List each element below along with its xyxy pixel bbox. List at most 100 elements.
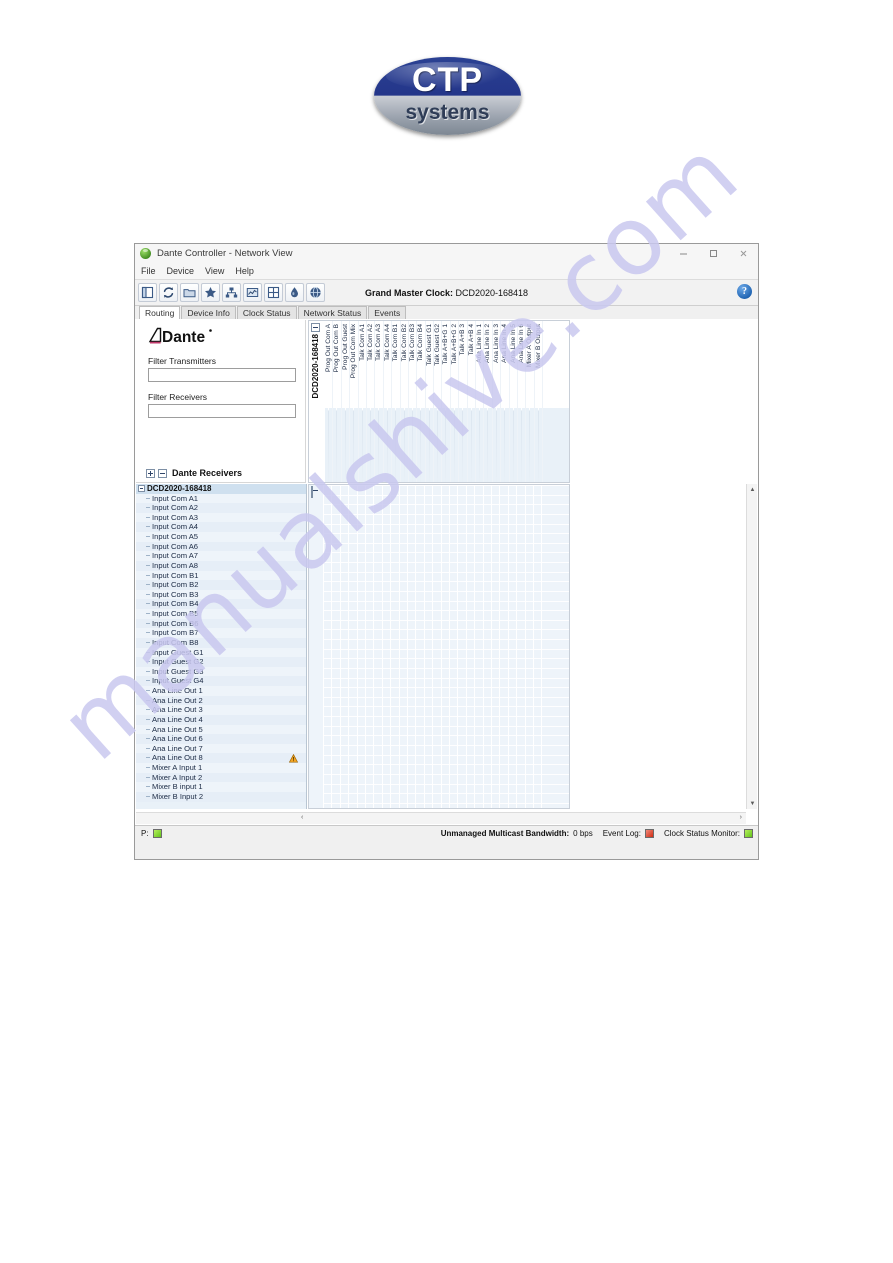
tab-device-info[interactable]: Device Info [181,306,236,320]
routing-matrix[interactable] [308,484,570,809]
receiver-row[interactable]: Ana Line Out 5 [136,724,306,735]
transmitter-column-header[interactable]: Prog Out Guest [342,321,351,482]
maximize-icon[interactable] [698,244,728,263]
transmitter-column-header[interactable]: Mixer B Output [535,321,544,482]
matrix-grid [323,485,569,808]
receiver-row[interactable]: Input Com A5 [136,532,306,542]
receiver-row[interactable]: Ana Line Out 6 [136,734,306,744]
scroll-up-icon[interactable]: ▲ [747,484,758,495]
horizontal-scrollbar[interactable]: ‹ › [136,812,746,824]
transmitter-device-header[interactable]: DCD2020-168418 [311,323,323,482]
transmitter-column-header[interactable]: Talk A+B 4 [468,321,477,482]
scroll-down-icon[interactable]: ▼ [747,798,758,809]
receiver-device-row[interactable]: DCD2020-168418 [136,484,306,494]
receiver-row[interactable]: Input Com B4 [136,599,306,610]
folder-icon[interactable] [180,283,199,302]
transmitter-column-header[interactable]: Talk Com A1 [359,321,367,482]
receiver-row[interactable]: Input Com A6 [136,541,306,552]
tab-events[interactable]: Events [368,306,407,320]
receiver-row[interactable]: Input Com B2 [136,580,306,590]
device-tree-icon[interactable] [222,283,241,302]
receiver-row[interactable]: Mixer A Input 1 [136,763,306,773]
matrix-gridline-horizontal [323,667,569,669]
receiver-row[interactable]: Input Com B8 [136,637,306,648]
transmitter-column-header[interactable]: Talk Com A3 [375,321,384,482]
receiver-row[interactable]: Input Com B7 [136,628,306,638]
receiver-row[interactable]: Input Com A8 [136,560,306,571]
scroll-left-icon[interactable]: ‹ [301,814,303,821]
clock-monitor-led[interactable] [744,829,753,838]
receiver-row[interactable]: Input Com B5 [136,609,306,619]
receiver-row[interactable]: Input Com A7 [136,551,306,561]
event-log-led[interactable] [644,829,654,838]
menu-item-file[interactable]: File [140,266,157,276]
dante-controller-window: Dante Controller - Network View File Dev… [134,243,759,860]
refresh-icon[interactable] [159,283,178,302]
receiver-row[interactable]: Input Com A4 [136,522,306,533]
receiver-row[interactable]: Input Com B1 [136,570,306,581]
tab-network-status[interactable]: Network Status [297,306,368,320]
menu-item-view[interactable]: View [204,266,225,276]
matrix-collapse-icon[interactable] [311,486,316,498]
filter-transmitters-input[interactable] [148,368,296,382]
scroll-right-icon[interactable]: › [740,814,742,821]
transmitter-column-header[interactable]: Prog Out Com Mix [350,321,359,482]
receiver-row[interactable]: Input Com A2 [136,503,306,513]
receiver-row[interactable]: Input Guest G4 [136,676,306,687]
receiver-row[interactable]: Ana Line Out 3 [136,705,306,715]
receiver-row[interactable]: Input Guest G2 [136,657,306,667]
transmitter-column-header[interactable]: Talk A+B+G 1 [442,321,451,482]
receiver-row[interactable]: Mixer B Input 2 [136,791,306,802]
receiver-row[interactable]: Ana Line Out 1 [136,686,306,696]
transmitter-column-header[interactable]: Talk A+B 3 [459,321,468,482]
transmitter-column-header[interactable]: Talk Com B2 [401,321,409,482]
receiver-row[interactable]: Ana Line Out 2 [136,695,306,706]
collapse-all-icon[interactable] [158,468,167,478]
receiver-row[interactable]: Ana Line Out 4 [136,714,306,725]
receiver-row[interactable]: Ana Line Out 7 [136,743,306,754]
expand-all-icon[interactable] [146,468,155,478]
close-icon[interactable] [728,244,758,263]
receiver-row[interactable]: Ana Line Out 8 [136,753,306,764]
receiver-row[interactable]: Input Com B6 [136,618,306,629]
tx-device-collapse-icon[interactable] [311,323,320,332]
transmitter-column-header[interactable]: Talk A+B+G 2 [451,321,460,482]
receiver-row[interactable]: Mixer A Input 2 [136,772,306,783]
rx-device-collapse-icon[interactable] [138,485,145,493]
grid-icon[interactable] [264,283,283,302]
receiver-row[interactable]: Input Com A3 [136,512,306,523]
receiver-row[interactable]: Mixer B input 1 [136,782,306,792]
receiver-row[interactable]: Input Com B3 [136,589,306,600]
filter-receivers-input[interactable] [148,404,296,418]
transmitter-column-header[interactable]: Talk Guest G1 [426,321,435,482]
transmitter-column-header[interactable]: Talk Com A4 [384,321,393,482]
matrix-collapse-box[interactable] [311,486,313,498]
transmitter-column-header[interactable]: Talk Com B1 [392,321,401,482]
tab-clock-status[interactable]: Clock Status [236,306,297,320]
transmitter-column-header[interactable]: Ana Line In 2 [484,321,493,482]
menu-item-device[interactable]: Device [166,266,196,276]
receiver-channel-label: Input Com A1 [152,493,199,503]
transmitter-column-header[interactable]: Ana Line In 5 [510,321,518,482]
globe-icon[interactable] [306,283,325,302]
transmitter-column-header[interactable]: Ana Line In 4 [501,321,510,482]
minimize-icon[interactable] [668,244,698,263]
clock-drop-icon[interactable] [285,283,304,302]
help-icon[interactable]: ? [737,284,752,299]
vertical-scrollbar[interactable]: ▲ ▼ [746,484,757,809]
receiver-row[interactable]: Input Guest G3 [136,666,306,677]
transmitter-column-header[interactable]: Talk Com B4 [417,321,426,482]
chart-icon[interactable] [243,283,262,302]
matrix-gridline-horizontal [323,571,569,573]
menu-item-help[interactable]: Help [234,266,255,276]
receiver-row[interactable]: Input Guest G1 [136,647,306,658]
receiver-channel-label: Input Com B3 [152,589,199,599]
transmitter-channel-label: Talk Com B2 [400,324,408,362]
transmitter-column-header[interactable]: Prog Out Com B [333,321,342,482]
transmitter-column-header[interactable]: Ana Line In 3 [493,321,502,482]
transmitter-column-header[interactable]: Mixer A Output [526,321,535,482]
network-view-icon[interactable] [138,283,157,302]
receiver-channel-list[interactable]: DCD2020-168418 Input Com A1 Input Com A2 I… [136,484,307,809]
star-icon[interactable] [201,283,220,302]
receiver-row[interactable]: Input Com A1 [136,493,306,504]
